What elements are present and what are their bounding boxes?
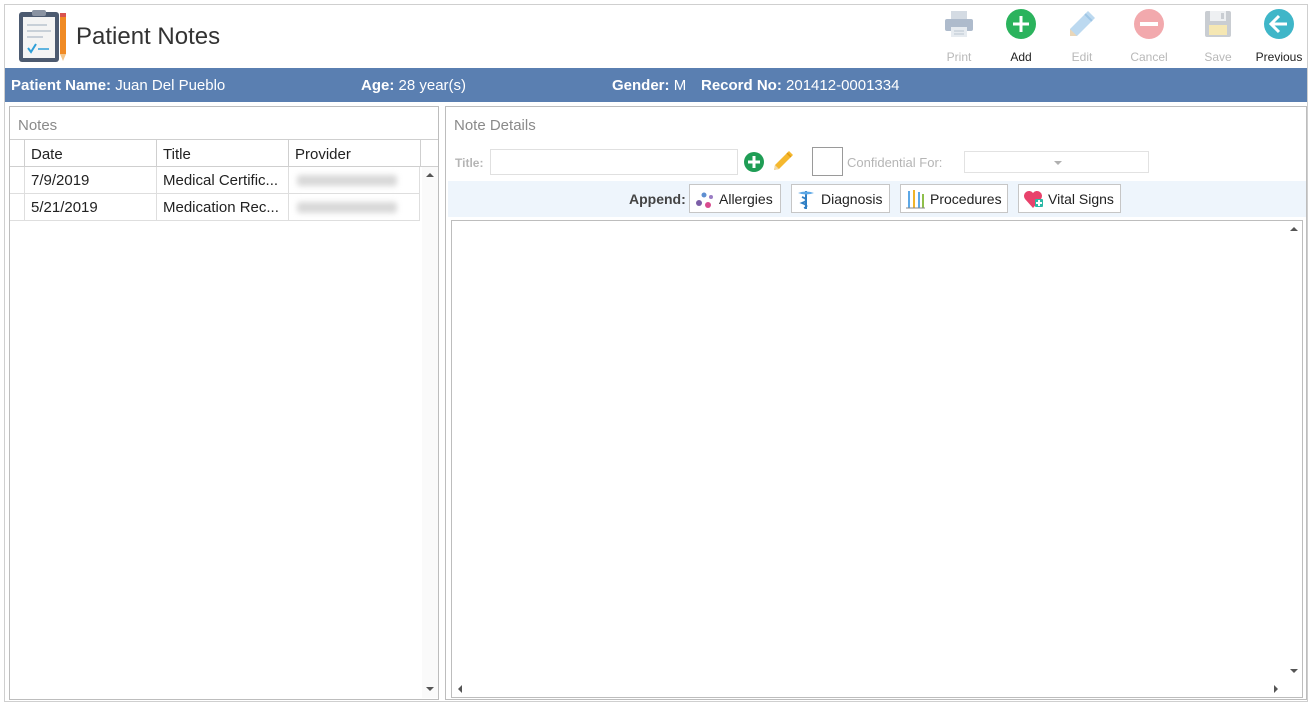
scroll-left-arrow-icon[interactable] bbox=[458, 685, 462, 693]
cancel-label: Cancel bbox=[1130, 50, 1168, 64]
append-label: Append: bbox=[629, 191, 686, 207]
print-button[interactable]: Print bbox=[931, 5, 987, 68]
confidential-for-label: Confidential For: bbox=[847, 155, 943, 170]
append-allergies-label: Allergies bbox=[719, 191, 773, 207]
row-selector[interactable] bbox=[10, 194, 25, 221]
add-label: Add bbox=[1010, 50, 1032, 64]
minus-circle-icon bbox=[1134, 9, 1164, 39]
append-vital-signs-label: Vital Signs bbox=[1048, 191, 1114, 207]
notes-vertical-scrollbar[interactable] bbox=[422, 167, 438, 698]
notes-panel-title: Notes bbox=[18, 117, 58, 134]
append-allergies-button[interactable]: Allergies bbox=[689, 184, 781, 213]
printer-icon bbox=[945, 11, 973, 37]
patient-age-value: 28 year(s) bbox=[398, 77, 467, 94]
scroll-down-arrow-icon[interactable] bbox=[1290, 669, 1298, 673]
editor-vertical-scrollbar[interactable] bbox=[1286, 221, 1302, 681]
editor-horizontal-scrollbar[interactable] bbox=[452, 681, 1288, 697]
save-button[interactable]: Save bbox=[1190, 5, 1246, 68]
append-diagnosis-label: Diagnosis bbox=[821, 191, 883, 207]
redacted-provider bbox=[297, 202, 397, 213]
chevron-down-icon bbox=[1054, 161, 1062, 165]
patient-gender: Gender: M bbox=[612, 77, 686, 94]
scroll-up-arrow-icon[interactable] bbox=[426, 173, 434, 177]
note-provider bbox=[289, 194, 420, 221]
append-procedures-label: Procedures bbox=[930, 191, 1002, 207]
add-button[interactable]: Add bbox=[993, 5, 1049, 68]
floppy-disk-icon bbox=[1205, 11, 1231, 37]
page-title: Patient Notes bbox=[76, 23, 221, 50]
column-header-provider[interactable]: Provider bbox=[289, 140, 421, 167]
redacted-provider bbox=[297, 175, 397, 186]
note-title: Medication Rec... bbox=[157, 194, 289, 221]
patient-record-value: 201412-0001334 bbox=[786, 77, 900, 94]
plus-circle-icon bbox=[1006, 9, 1036, 39]
medical-tools-icon bbox=[906, 190, 925, 209]
note-details-panel: Note Details Title: Confidential For: Ap… bbox=[445, 106, 1307, 700]
pills-icon bbox=[696, 192, 713, 208]
scroll-down-arrow-icon[interactable] bbox=[426, 687, 434, 691]
arrow-left-circle-icon bbox=[1264, 9, 1294, 39]
patient-gender-label: Gender: bbox=[612, 77, 670, 94]
notes-grid-header: Date Title Provider bbox=[10, 140, 438, 167]
append-diagnosis-button[interactable]: Diagnosis bbox=[791, 184, 890, 213]
append-vital-signs-button[interactable]: Vital Signs bbox=[1018, 184, 1121, 213]
append-toolbar: Append: Allergies Diagnosis Procedures V… bbox=[448, 181, 1306, 217]
pencil-icon bbox=[1070, 11, 1095, 36]
patient-age-label: Age: bbox=[361, 77, 395, 94]
row-selector-header bbox=[10, 140, 25, 167]
scroll-up-arrow-icon[interactable] bbox=[1290, 227, 1298, 231]
patient-name-value: Juan Del Pueblo bbox=[115, 77, 226, 94]
column-header-date[interactable]: Date bbox=[25, 140, 157, 167]
save-label: Save bbox=[1204, 50, 1232, 64]
previous-label: Previous bbox=[1255, 50, 1303, 64]
patient-age: Age: 28 year(s) bbox=[361, 77, 466, 94]
title-field-label: Title: bbox=[455, 156, 484, 170]
app-window: Patient Notes Print Add Edit Cancel Save… bbox=[4, 4, 1308, 702]
table-row[interactable]: 7/9/2019 Medical Certific... bbox=[10, 167, 420, 194]
edit-button[interactable]: Edit bbox=[1054, 5, 1110, 68]
notes-panel: Notes Date Title Provider 7/9/2019 Medic… bbox=[9, 106, 439, 700]
caduceus-icon bbox=[798, 191, 814, 209]
edit-label: Edit bbox=[1071, 50, 1093, 64]
table-row[interactable]: 5/21/2019 Medication Rec... bbox=[10, 194, 420, 221]
append-procedures-button[interactable]: Procedures bbox=[900, 184, 1008, 213]
note-date: 7/9/2019 bbox=[25, 167, 157, 194]
patient-info-bar: Patient Name: Juan Del Pueblo Age: 28 ye… bbox=[5, 68, 1307, 102]
clipboard-pencil-icon bbox=[19, 10, 66, 62]
note-details-title: Note Details bbox=[454, 117, 536, 134]
previous-button[interactable]: Previous bbox=[1251, 5, 1307, 68]
note-date: 5/21/2019 bbox=[25, 194, 157, 221]
toolbar: Print Add Edit Cancel Save Previous bbox=[927, 5, 1307, 68]
scroll-right-arrow-icon[interactable] bbox=[1274, 685, 1278, 693]
notes-grid: Date Title Provider 7/9/2019 Medical Cer… bbox=[10, 139, 438, 699]
row-selector[interactable] bbox=[10, 167, 25, 194]
add-title-icon[interactable] bbox=[743, 151, 765, 173]
column-header-title[interactable]: Title bbox=[157, 140, 289, 167]
confidential-checkbox[interactable] bbox=[812, 147, 843, 176]
note-title: Medical Certific... bbox=[157, 167, 289, 194]
title-input[interactable] bbox=[490, 149, 738, 175]
note-provider bbox=[289, 167, 420, 194]
cancel-button[interactable]: Cancel bbox=[1121, 5, 1177, 68]
heart-plus-icon bbox=[1024, 191, 1043, 208]
patient-name: Patient Name: Juan Del Pueblo bbox=[11, 77, 225, 94]
patient-record: Record No: 201412-0001334 bbox=[701, 77, 899, 94]
edit-title-pencil-icon[interactable] bbox=[771, 149, 795, 173]
patient-record-label: Record No: bbox=[701, 77, 782, 94]
print-label: Print bbox=[946, 50, 972, 64]
app-header: Patient Notes Print Add Edit Cancel Save… bbox=[5, 5, 1307, 68]
note-editor[interactable] bbox=[451, 220, 1303, 698]
patient-gender-value: M bbox=[673, 77, 687, 94]
confidential-for-select[interactable] bbox=[964, 151, 1149, 173]
patient-name-label: Patient Name: bbox=[11, 77, 112, 94]
